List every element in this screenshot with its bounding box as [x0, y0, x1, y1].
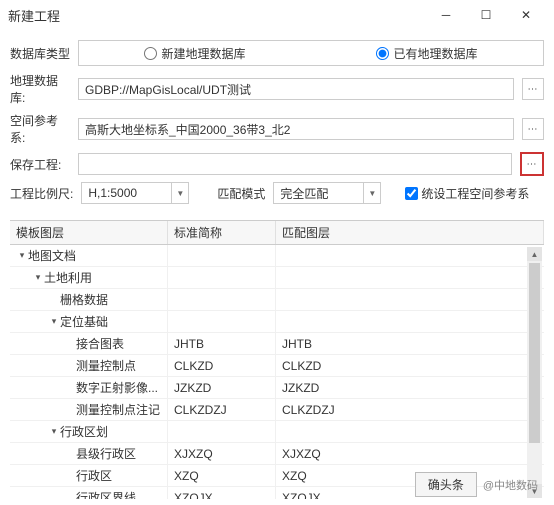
row-abbr — [168, 289, 276, 310]
window-title: 新建工程 — [8, 6, 426, 25]
gisdb-browse-button[interactable]: ⋯ — [522, 78, 544, 100]
chevron-down-icon[interactable]: ▼ — [171, 182, 189, 204]
row-label: 测量控制点注记 — [76, 401, 160, 418]
vertical-scrollbar[interactable]: ▲ ▼ — [527, 247, 542, 498]
row-abbr: XZQJX — [168, 487, 276, 499]
row-label: 数字正射影像... — [76, 379, 158, 396]
expand-icon[interactable]: ▾ — [32, 272, 44, 283]
row-label: 行政区划 — [60, 423, 108, 440]
row-abbr — [168, 267, 276, 288]
gisdb-input[interactable]: GDBP://MapGisLocal/UDT测试 — [78, 78, 514, 100]
table-row[interactable]: 栅格数据 — [10, 289, 544, 311]
chevron-down-icon[interactable]: ▼ — [363, 182, 381, 204]
row-abbr: CLKZDZJ — [168, 399, 276, 420]
row-label: 土地利用 — [44, 269, 92, 286]
row-abbr: JHTB — [168, 333, 276, 354]
row-match: CLKZDZJ — [276, 403, 544, 417]
table-row[interactable]: ▾土地利用 — [10, 267, 544, 289]
table-row[interactable]: ▾行政区划 — [10, 421, 544, 443]
expand-icon[interactable]: ▾ — [16, 250, 28, 261]
title-bar: 新建工程 ─ ☐ ✕ — [0, 0, 554, 30]
expand-icon[interactable]: ▾ — [48, 316, 60, 327]
row-abbr — [168, 245, 276, 266]
row-abbr — [168, 421, 276, 442]
row-match: JHTB — [276, 337, 544, 351]
scroll-up-icon[interactable]: ▲ — [527, 247, 542, 261]
gisdb-label: 地理数据库: — [10, 72, 70, 106]
row-label: 接合图表 — [76, 335, 124, 352]
scroll-thumb[interactable] — [529, 263, 540, 443]
db-type-group: 新建地理数据库 已有地理数据库 — [78, 40, 544, 66]
row-abbr — [168, 311, 276, 332]
scale-combo[interactable]: H,1:5000 ▼ — [81, 182, 189, 204]
save-browse-button[interactable]: ⋯ — [520, 152, 544, 176]
watermark: @中地数码 — [483, 477, 538, 493]
table-row[interactable]: 数字正射影像... JZKZDJZKZD — [10, 377, 544, 399]
scale-label: 工程比例尺: — [10, 185, 73, 202]
maximize-button[interactable]: ☐ — [466, 1, 506, 29]
col-match[interactable]: 匹配图层 — [276, 221, 544, 244]
grid-header: 模板图层 标准简称 匹配图层 — [10, 221, 544, 245]
row-match: CLKZD — [276, 359, 544, 373]
ok-button[interactable]: 确头条 — [415, 472, 477, 497]
row-abbr: JZKZD — [168, 377, 276, 398]
table-row[interactable]: 接合图表 JHTBJHTB — [10, 333, 544, 355]
form-area: 数据库类型 新建地理数据库 已有地理数据库 地理数据库: GDBP://MapG… — [0, 30, 554, 214]
col-abbr[interactable]: 标准简称 — [168, 221, 276, 244]
row-abbr: XJXZQ — [168, 443, 276, 464]
row-label: 测量控制点 — [76, 357, 136, 374]
db-type-label: 数据库类型 — [10, 45, 70, 62]
layer-grid: 模板图层 标准简称 匹配图层 ▾地图文档▾土地利用栅格数据▾定位基础接合图表JH… — [10, 220, 544, 500]
row-match: XJXZQ — [276, 447, 544, 461]
table-row[interactable]: 测量控制点 CLKZDCLKZD — [10, 355, 544, 377]
radio-new-db[interactable]: 新建地理数据库 — [79, 45, 311, 62]
srs-browse-button[interactable]: ⋯ — [522, 118, 544, 140]
minimize-button[interactable]: ─ — [426, 1, 466, 29]
srs-checkbox[interactable]: 统设工程空间参考系 — [405, 185, 529, 202]
row-label: 地图文档 — [28, 247, 76, 264]
match-combo[interactable]: 完全匹配 ▼ — [273, 182, 381, 204]
row-match: JZKZD — [276, 381, 544, 395]
save-input[interactable] — [78, 153, 512, 175]
close-button[interactable]: ✕ — [506, 1, 546, 29]
table-row[interactable]: ▾地图文档 — [10, 245, 544, 267]
radio-exist-db[interactable]: 已有地理数据库 — [311, 45, 543, 62]
row-label: 定位基础 — [60, 313, 108, 330]
grid-body[interactable]: ▾地图文档▾土地利用栅格数据▾定位基础接合图表JHTBJHTB测量控制点CLKZ… — [10, 245, 544, 499]
expand-icon[interactable]: ▾ — [48, 426, 60, 437]
row-abbr: XZQ — [168, 465, 276, 486]
table-row[interactable]: 县级行政区 XJXZQXJXZQ — [10, 443, 544, 465]
row-label: 栅格数据 — [60, 291, 108, 308]
row-abbr: CLKZD — [168, 355, 276, 376]
row-label: 县级行政区 — [76, 445, 136, 462]
srs-label: 空间参考系: — [10, 112, 70, 146]
srs-input[interactable]: 高斯大地坐标系_中国2000_36带3_北2 — [78, 118, 514, 140]
match-label: 匹配模式 — [217, 185, 265, 202]
row-label: 行政区 — [76, 467, 112, 484]
table-row[interactable]: 测量控制点注记 CLKZDZJCLKZDZJ — [10, 399, 544, 421]
row-label: 行政区界线 — [76, 489, 136, 499]
table-row[interactable]: ▾定位基础 — [10, 311, 544, 333]
footer: 确头条 @中地数码 — [415, 472, 542, 497]
save-label: 保存工程: — [10, 156, 70, 173]
col-template[interactable]: 模板图层 — [10, 221, 168, 244]
